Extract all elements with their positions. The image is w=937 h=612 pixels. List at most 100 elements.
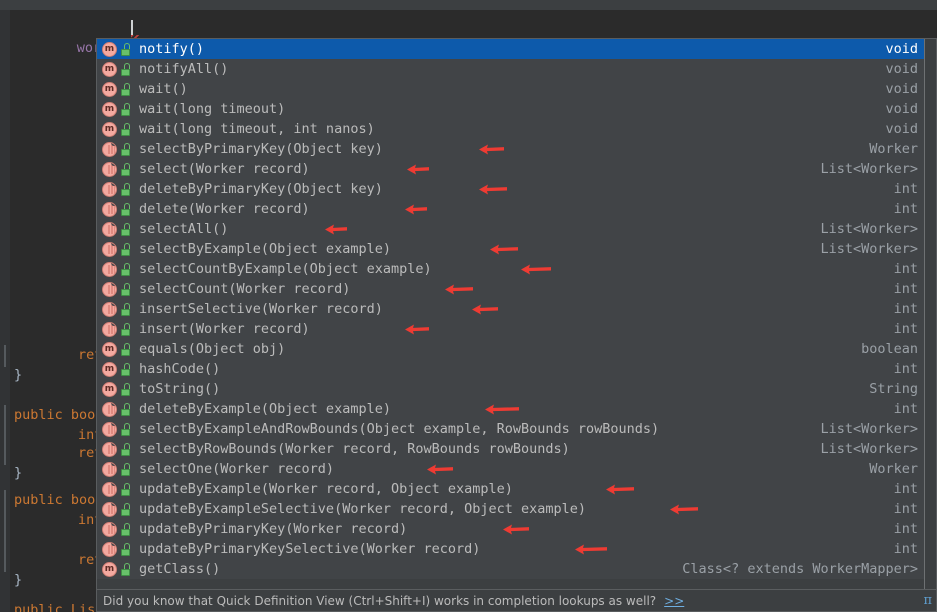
- public-lock-icon: [120, 322, 131, 336]
- completion-item-icons: [102, 201, 135, 217]
- public-lock-icon: [120, 142, 131, 156]
- method-icon: m: [102, 41, 117, 57]
- public-lock-icon: [120, 382, 131, 396]
- completion-item[interactable]: selectOne(Worker record) Worker: [97, 459, 926, 479]
- completion-item[interactable]: selectByExample(Object example) List<Work…: [97, 239, 926, 259]
- public-lock-icon: [120, 302, 131, 316]
- completion-item-return-type: int: [893, 321, 918, 337]
- completion-item[interactable]: m wait(long timeout, int nanos) void: [97, 119, 926, 139]
- code-line: }: [14, 572, 23, 588]
- completion-item[interactable]: selectCountByExample(Object example) int: [97, 259, 926, 279]
- code-completion-popup[interactable]: m notify() void m notifyAll() void m wait() void…: [96, 38, 937, 612]
- abstract-method-icon: [102, 421, 117, 437]
- completion-item[interactable]: updateByPrimaryKey(Worker record) int: [97, 519, 926, 539]
- completion-item-return-type: int: [893, 261, 918, 277]
- completion-item[interactable]: selectByExampleAndRowBounds(Object examp…: [97, 419, 926, 439]
- typed-expression-line: workerMapper.: [28, 18, 183, 56]
- completion-item-return-type: String: [869, 381, 918, 397]
- completion-item[interactable]: m wait() void: [97, 79, 926, 99]
- text-caret: [131, 20, 133, 36]
- completion-item-icons: [102, 321, 135, 337]
- public-lock-icon: [120, 282, 131, 296]
- completion-item-signature: selectByExample(Object example): [139, 241, 391, 257]
- method-icon: m: [102, 361, 117, 377]
- completion-item-return-type: int: [893, 481, 918, 497]
- completion-item-signature: select(Worker record): [139, 161, 310, 177]
- public-lock-icon: [120, 262, 131, 276]
- completion-item[interactable]: m wait(long timeout) void: [97, 99, 926, 119]
- hint-message: Did you know that Quick Definition View …: [103, 593, 657, 608]
- completion-item[interactable]: updateByExample(Worker record, Object ex…: [97, 479, 926, 499]
- public-lock-icon: [120, 422, 131, 436]
- completion-item-return-type: int: [893, 401, 918, 417]
- completion-item-icons: [102, 441, 135, 457]
- completion-item[interactable]: insertSelective(Worker record) int: [97, 299, 926, 319]
- completion-item-icons: [102, 481, 135, 497]
- completion-item-return-type: int: [893, 521, 918, 537]
- abstract-method-icon: [102, 141, 117, 157]
- public-lock-icon: [120, 242, 131, 256]
- completion-item-icons: [102, 521, 135, 537]
- method-icon: m: [102, 561, 117, 577]
- completion-item[interactable]: selectCount(Worker record) int: [97, 279, 926, 299]
- completion-item-return-type: boolean: [861, 341, 918, 357]
- completion-item[interactable]: m notify() void: [97, 39, 926, 59]
- public-lock-icon: [120, 482, 131, 496]
- completion-item-return-type: List<Worker>: [820, 421, 918, 437]
- abstract-method-icon: [102, 321, 117, 337]
- completion-item-signature: updateByPrimaryKeySelective(Worker recor…: [139, 541, 481, 557]
- completion-item[interactable]: selectAll() List<Worker>: [97, 219, 926, 239]
- completion-item-icons: [102, 241, 135, 257]
- completion-item[interactable]: m getClass() Class<? extends WorkerMapper>: [97, 559, 926, 579]
- public-lock-icon: [120, 202, 131, 216]
- completion-item-signature: equals(Object obj): [139, 341, 286, 357]
- completion-item[interactable]: m notifyAll() void: [97, 59, 926, 79]
- completion-item-return-type: int: [893, 541, 918, 557]
- completion-item-return-type: void: [885, 81, 918, 97]
- public-lock-icon: [120, 442, 131, 456]
- completion-item-icons: [102, 541, 135, 557]
- completion-item-signature: deleteByExample(Object example): [139, 401, 391, 417]
- completion-item-icons: [102, 181, 135, 197]
- abstract-method-icon: [102, 401, 117, 417]
- completion-item-return-type: Worker: [869, 141, 918, 157]
- completion-item-return-type: int: [893, 281, 918, 297]
- completion-item[interactable]: selectByRowBounds(Worker record, RowBoun…: [97, 439, 926, 459]
- code-block-marker: [4, 405, 6, 465]
- hint-more-link[interactable]: >>: [664, 594, 684, 608]
- completion-item-return-type: int: [893, 201, 918, 217]
- completion-item-icons: m: [102, 61, 135, 77]
- completion-item-signature: wait(long timeout): [139, 101, 286, 117]
- completion-item[interactable]: updateByExampleSelective(Worker record, …: [97, 499, 926, 519]
- abstract-method-icon: [102, 201, 117, 217]
- completion-item-list[interactable]: m notify() void m notifyAll() void m wait() void…: [97, 39, 926, 579]
- completion-item-signature: hashCode(): [139, 361, 221, 377]
- completion-item[interactable]: selectByPrimaryKey(Object key) Worker: [97, 139, 926, 159]
- completion-item-icons: [102, 461, 135, 477]
- abstract-method-icon: [102, 221, 117, 237]
- completion-item[interactable]: m equals(Object obj) boolean: [97, 339, 926, 359]
- completion-item-icons: [102, 301, 135, 317]
- completion-scrollbar[interactable]: [924, 39, 936, 591]
- completion-item[interactable]: deleteByPrimaryKey(Object key) int: [97, 179, 926, 199]
- completion-item-signature: selectCount(Worker record): [139, 281, 351, 297]
- pi-icon[interactable]: π: [923, 593, 932, 608]
- completion-item-return-type: void: [885, 101, 918, 117]
- completion-item[interactable]: deleteByExample(Object example) int: [97, 399, 926, 419]
- abstract-method-icon: [102, 161, 117, 177]
- completion-item-return-type: List<Worker>: [820, 161, 918, 177]
- completion-item-icons: [102, 281, 135, 297]
- completion-item-return-type: Worker: [869, 461, 918, 477]
- completion-item-icons: m: [102, 41, 135, 57]
- completion-item[interactable]: m toString() String: [97, 379, 926, 399]
- completion-item-signature: selectByPrimaryKey(Object key): [139, 141, 383, 157]
- completion-item[interactable]: m hashCode() int: [97, 359, 926, 379]
- completion-item[interactable]: insert(Worker record) int: [97, 319, 926, 339]
- abstract-method-icon: [102, 261, 117, 277]
- completion-item-icons: m: [102, 381, 135, 397]
- public-lock-icon: [120, 542, 131, 556]
- completion-item[interactable]: updateByPrimaryKeySelective(Worker recor…: [97, 539, 926, 559]
- completion-item-icons: [102, 141, 135, 157]
- completion-item[interactable]: delete(Worker record) int: [97, 199, 926, 219]
- completion-item[interactable]: select(Worker record) List<Worker>: [97, 159, 926, 179]
